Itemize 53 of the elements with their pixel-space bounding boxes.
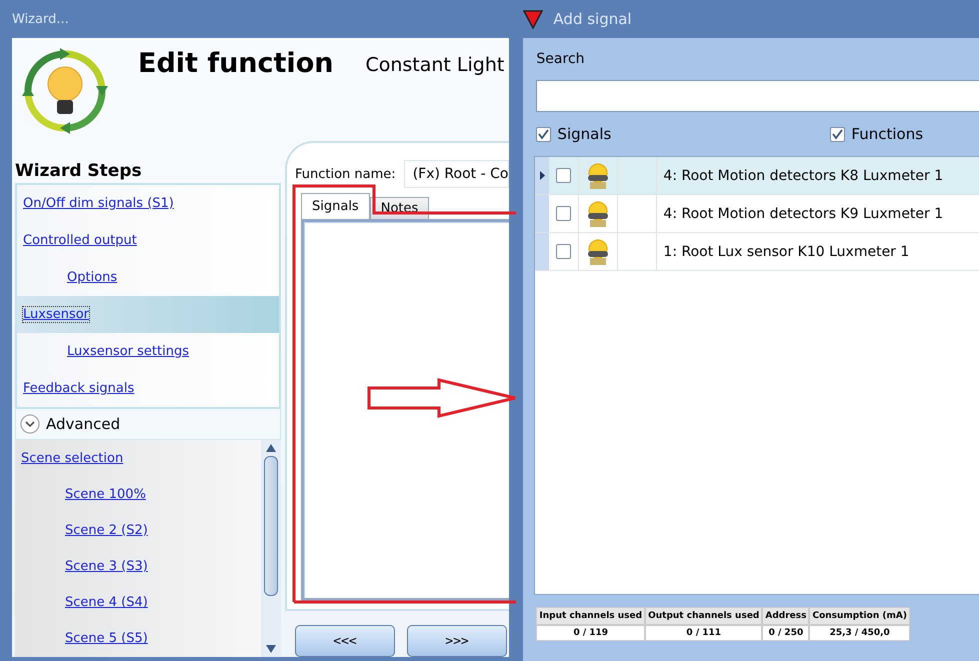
search-label: Search (535, 50, 585, 69)
search-field[interactable] (536, 80, 979, 112)
advanced-label: Advanced (46, 415, 120, 433)
row-checkbox[interactable] (556, 206, 572, 221)
wizard-step-link[interactable]: Luxsensor (23, 307, 90, 322)
usage-header: Consumption (mA) (809, 607, 910, 625)
signal-row[interactable]: 4: Root Motion detectors K9 Luxmeter 1 (535, 195, 979, 233)
filter-label: Signals (557, 125, 612, 143)
scrollbar[interactable] (261, 440, 281, 657)
usage-value: 25,3 / 450,0 (809, 625, 910, 641)
filter-checkbox[interactable] (536, 126, 552, 142)
window-title: Wizard... (12, 12, 69, 26)
wizard-step-link[interactable]: On/Off dim signals (S1) (23, 196, 174, 211)
signal-name: 4: Root Motion detectors K8 Luxmeter 1 (662, 166, 944, 186)
page-heading: Edit function (138, 48, 334, 79)
tab[interactable]: Signals (301, 193, 370, 219)
signal-name: 4: Root Motion detectors K9 Luxmeter 1 (662, 204, 944, 224)
advanced-header[interactable]: Advanced (15, 409, 281, 440)
wizard-step-link[interactable]: Scene 100% (65, 486, 146, 502)
usage-header: Address (762, 607, 810, 625)
signal-row[interactable]: 4: Root Motion detectors K8 Luxmeter 1 (535, 157, 979, 195)
wizard-step-link[interactable]: Scene selection (21, 450, 124, 466)
signal-row[interactable]: 1: Root Lux sensor K10 Luxmeter 1 (535, 233, 979, 271)
usage-header: Output channels used (645, 607, 762, 625)
back-button[interactable]: <<< (295, 625, 395, 657)
wizard-step-link[interactable]: Scene 2 (S2) (65, 522, 148, 538)
row-pointer-icon (540, 171, 545, 180)
wizard-step-link[interactable]: Scene 3 (S3) (65, 559, 148, 574)
signal-name: 1: Root Lux sensor K10 Luxmeter 1 (662, 242, 910, 262)
filter-label: Functions (851, 125, 924, 143)
dialog-title: Add signal (553, 10, 632, 28)
wizard-step-link[interactable]: Luxsensor settings (67, 344, 190, 359)
usage-value: 0 / 119 (536, 625, 646, 641)
function-name-label: Function name: (295, 166, 396, 182)
next-button[interactable]: >>> (407, 625, 507, 657)
wizard-step-link[interactable]: Feedback signals (23, 381, 134, 396)
wizard-step-link[interactable]: Scene 5 (S5) (65, 631, 148, 646)
row-checkbox[interactable] (556, 244, 572, 259)
filter-checkbox[interactable] (830, 126, 846, 142)
usage-value: 0 / 111 (645, 625, 762, 641)
usage-value: 0 / 250 (762, 625, 810, 641)
steps-title: Wizard Steps (15, 160, 143, 183)
usage-header: Input channels used (536, 607, 646, 625)
scroll-up-icon[interactable] (266, 444, 276, 452)
wizard-step-link[interactable]: Controlled output (23, 233, 137, 248)
wizard-step-link[interactable]: Options (67, 270, 118, 285)
triangle-icon (523, 9, 544, 29)
function-name-field[interactable]: (Fx) Root - Co (404, 160, 510, 188)
chevron-icon (20, 414, 40, 434)
wizard-step-link[interactable]: Scene 4 (S4) (65, 595, 148, 610)
scroll-down-icon[interactable] (266, 645, 276, 653)
function-type: Constant Light (365, 54, 504, 76)
row-checkbox[interactable] (556, 168, 572, 183)
